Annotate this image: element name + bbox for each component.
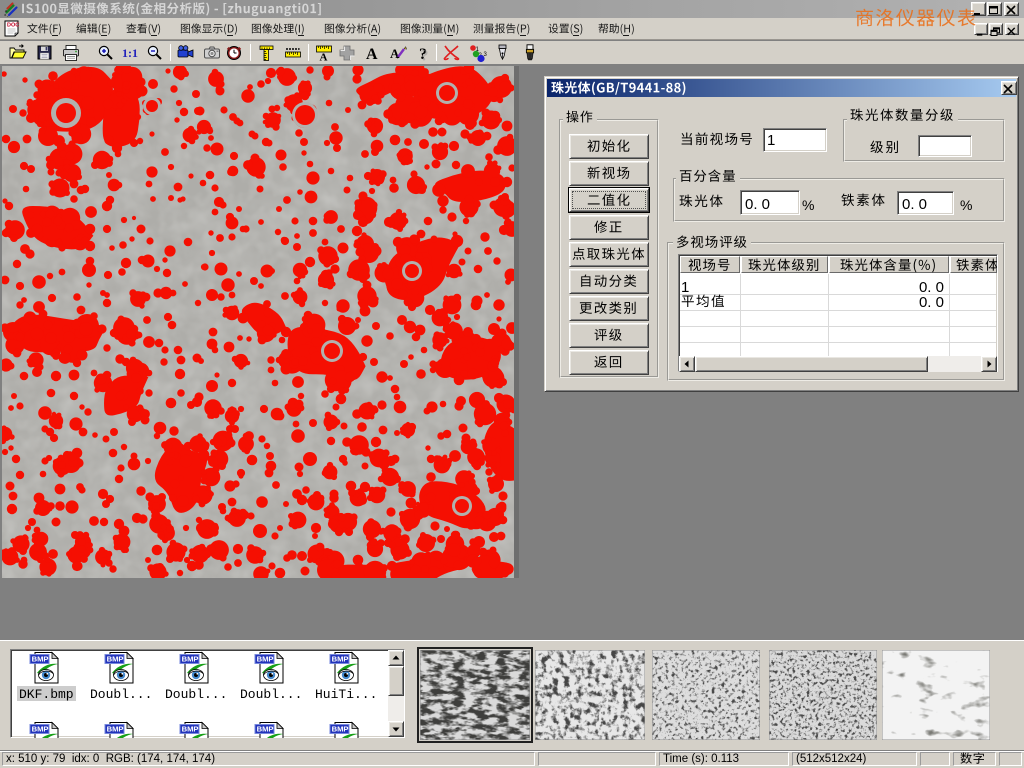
svg-text:BMP: BMP [182,725,199,734]
svg-text:BMP: BMP [107,725,124,734]
svg-text:DOC: DOC [7,23,19,29]
svg-text:A: A [366,46,378,62]
svg-text:A: A [390,46,400,61]
svg-text:BMP: BMP [332,725,349,734]
svg-text:BMP: BMP [257,655,274,664]
svg-text:?: ? [421,48,429,63]
svg-text:BMP: BMP [107,655,124,664]
svg-text:3: 3 [484,52,488,58]
svg-text:BMP: BMP [182,655,199,664]
svg-text:BMP: BMP [32,725,49,734]
svg-text:BMP: BMP [32,655,49,664]
svg-text:A: A [320,52,328,63]
svg-text:BMP: BMP [332,655,349,664]
svg-text:BMP: BMP [257,725,274,734]
svg-text:1:1: 1:1 [122,46,138,60]
